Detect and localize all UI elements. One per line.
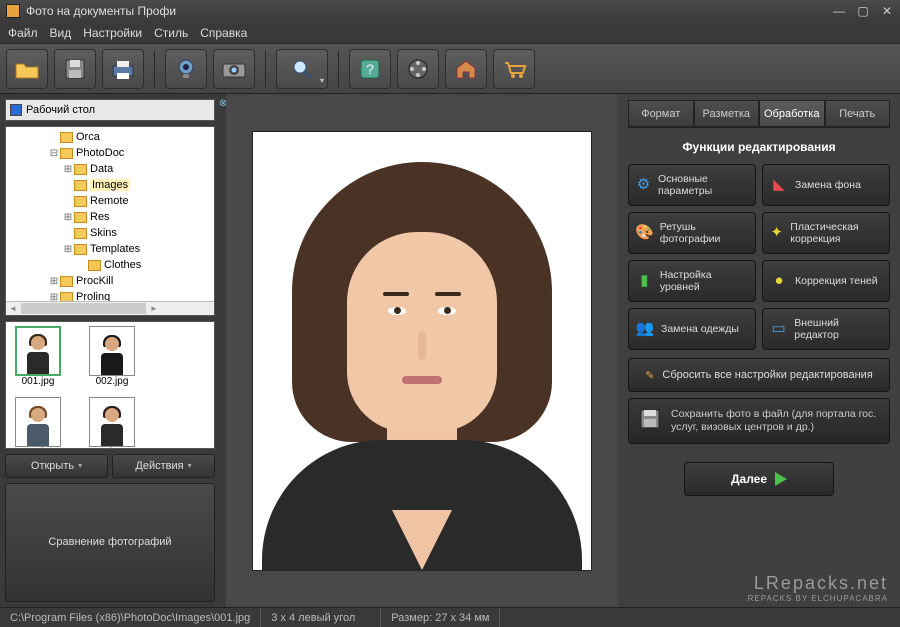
menu-file[interactable]: Файл	[8, 26, 38, 40]
edit-clothes-button[interactable]: 👥Замена одежды	[628, 308, 756, 350]
reset-button-label: Сбросить все настройки редактирования	[662, 369, 872, 381]
external-icon: ▭	[769, 319, 788, 339]
maximize-icon[interactable]: ▢	[856, 4, 870, 18]
title-bar: Фото на документы Профи ― ▢ ✕	[0, 0, 900, 22]
printer-icon[interactable]	[102, 49, 144, 89]
panel-title: Функции редактирования	[628, 140, 890, 154]
folder-path[interactable]: Рабочий стол	[5, 99, 215, 121]
question-icon[interactable]: ?	[349, 49, 391, 89]
tab-processing[interactable]: Обработка	[759, 100, 825, 127]
arrow-right-icon	[775, 472, 787, 486]
thumbnail-002.jpg[interactable]: 002.jpg	[84, 326, 140, 387]
film-reel-icon[interactable]	[397, 49, 439, 89]
right-panel: Формат Разметка Обработка Печать Функции…	[618, 94, 900, 607]
basic-icon: ⚙	[635, 175, 652, 195]
tree-item-clothes[interactable]: Clothes	[6, 257, 214, 273]
actions-button-label: Действия	[135, 460, 183, 472]
tree-item-data[interactable]: ⊞Data	[6, 161, 214, 177]
tree-item-images[interactable]: Images	[6, 177, 214, 193]
status-bar: C:\Program Files (x86)\PhotoDoc\Images\0…	[0, 607, 900, 627]
reset-button[interactable]: ✎ Сбросить все настройки редактирования	[628, 358, 890, 392]
tree-item-skins[interactable]: Skins	[6, 225, 214, 241]
clothes-icon: 👥	[635, 319, 655, 339]
tab-bar: Формат Разметка Обработка Печать	[628, 100, 890, 128]
bg-icon: ◣	[769, 175, 789, 195]
path-label: Рабочий стол	[26, 104, 95, 116]
menu-view[interactable]: Вид	[50, 26, 72, 40]
tree-scrollbar[interactable]	[6, 301, 214, 315]
minimize-icon[interactable]: ―	[832, 4, 846, 18]
shadows-icon: ●	[769, 271, 789, 291]
edit-plastic-button[interactable]: ✦Пластическая коррекция	[762, 212, 890, 254]
home-icon[interactable]	[445, 49, 487, 89]
plastic-icon: ✦	[769, 223, 784, 243]
tree-item-templates[interactable]: ⊞Templates	[6, 241, 214, 257]
next-button-label: Далее	[731, 472, 767, 486]
status-size: Размер: 27 x 34 мм	[381, 608, 500, 627]
menu-help[interactable]: Справка	[200, 26, 247, 40]
tab-format[interactable]: Формат	[628, 100, 694, 127]
open-button-label: Открыть	[31, 460, 74, 472]
status-format: 3 х 4 левый угол	[261, 608, 381, 627]
tree-item-prockill[interactable]: ⊞ProcKill	[6, 273, 214, 289]
toolbar: ▾ ?	[0, 44, 900, 94]
webcam-icon[interactable]	[165, 49, 207, 89]
close-icon[interactable]: ✕	[880, 4, 894, 18]
tab-layout[interactable]: Разметка	[694, 100, 760, 127]
edit-levels-button[interactable]: ▮Настройка уровней	[628, 260, 756, 302]
edit-external-button[interactable]: ▭Внешний редактор	[762, 308, 890, 350]
retouch-icon: 🎨	[635, 223, 654, 243]
tab-print[interactable]: Печать	[825, 100, 891, 127]
desktop-icon	[10, 104, 22, 116]
menu-style[interactable]: Стиль	[154, 26, 188, 40]
menu-settings[interactable]: Настройки	[83, 26, 142, 40]
tree-item-orca[interactable]: Orca	[6, 129, 214, 145]
edit-retouch-button[interactable]: 🎨Ретушь фотографии	[628, 212, 756, 254]
levels-icon: ▮	[635, 271, 654, 291]
thumbnail-6.jpg[interactable]: 6.jpg	[84, 397, 140, 449]
actions-button[interactable]: Действия▾	[112, 454, 215, 478]
floppy-icon	[639, 408, 661, 434]
menu-bar: Файл Вид Настройки Стиль Справка	[0, 22, 900, 44]
cart-icon[interactable]	[493, 49, 535, 89]
left-panel: Рабочий стол Orca⊟PhotoDoc⊞DataImagesRem…	[0, 94, 220, 607]
folder-open-icon[interactable]	[6, 49, 48, 89]
folder-tree[interactable]: Orca⊟PhotoDoc⊞DataImagesRemote⊞ResSkins⊞…	[5, 126, 215, 316]
tree-item-remote[interactable]: Remote	[6, 193, 214, 209]
magnifier-icon[interactable]: ▾	[276, 49, 328, 89]
window-title: Фото на документы Профи	[26, 4, 176, 18]
thumbnail-001.jpg[interactable]: 001.jpg	[10, 326, 66, 387]
photo-preview[interactable]	[252, 131, 592, 571]
svg-text:?: ?	[366, 61, 374, 77]
compare-button[interactable]: Сравнение фотографий	[5, 483, 215, 603]
save-to-file-button[interactable]: Сохранить фото в файл (для портала гос. …	[628, 398, 890, 444]
open-button[interactable]: Открыть▾	[5, 454, 108, 478]
edit-basic-button[interactable]: ⚙Основные параметры	[628, 164, 756, 206]
next-button[interactable]: Далее	[684, 462, 834, 496]
photo-preview-area	[226, 94, 618, 607]
compare-button-label: Сравнение фотографий	[48, 536, 171, 548]
thumbnail-grid: 001.jpg002.jpg003.jpg6.jpg9.jpg	[5, 321, 215, 449]
app-icon	[6, 4, 20, 18]
floppy-icon[interactable]	[54, 49, 96, 89]
edit-bg-button[interactable]: ◣Замена фона	[762, 164, 890, 206]
camera-icon[interactable]	[213, 49, 255, 89]
thumbnail-003.jpg[interactable]: 003.jpg	[10, 397, 66, 449]
brush-icon: ✎	[645, 369, 654, 382]
save-to-file-label: Сохранить фото в файл (для портала гос. …	[671, 408, 879, 434]
tree-item-photodoc[interactable]: ⊟PhotoDoc	[6, 145, 214, 161]
tree-item-res[interactable]: ⊞Res	[6, 209, 214, 225]
edit-shadows-button[interactable]: ●Коррекция теней	[762, 260, 890, 302]
status-path: C:\Program Files (x86)\PhotoDoc\Images\0…	[0, 608, 261, 627]
